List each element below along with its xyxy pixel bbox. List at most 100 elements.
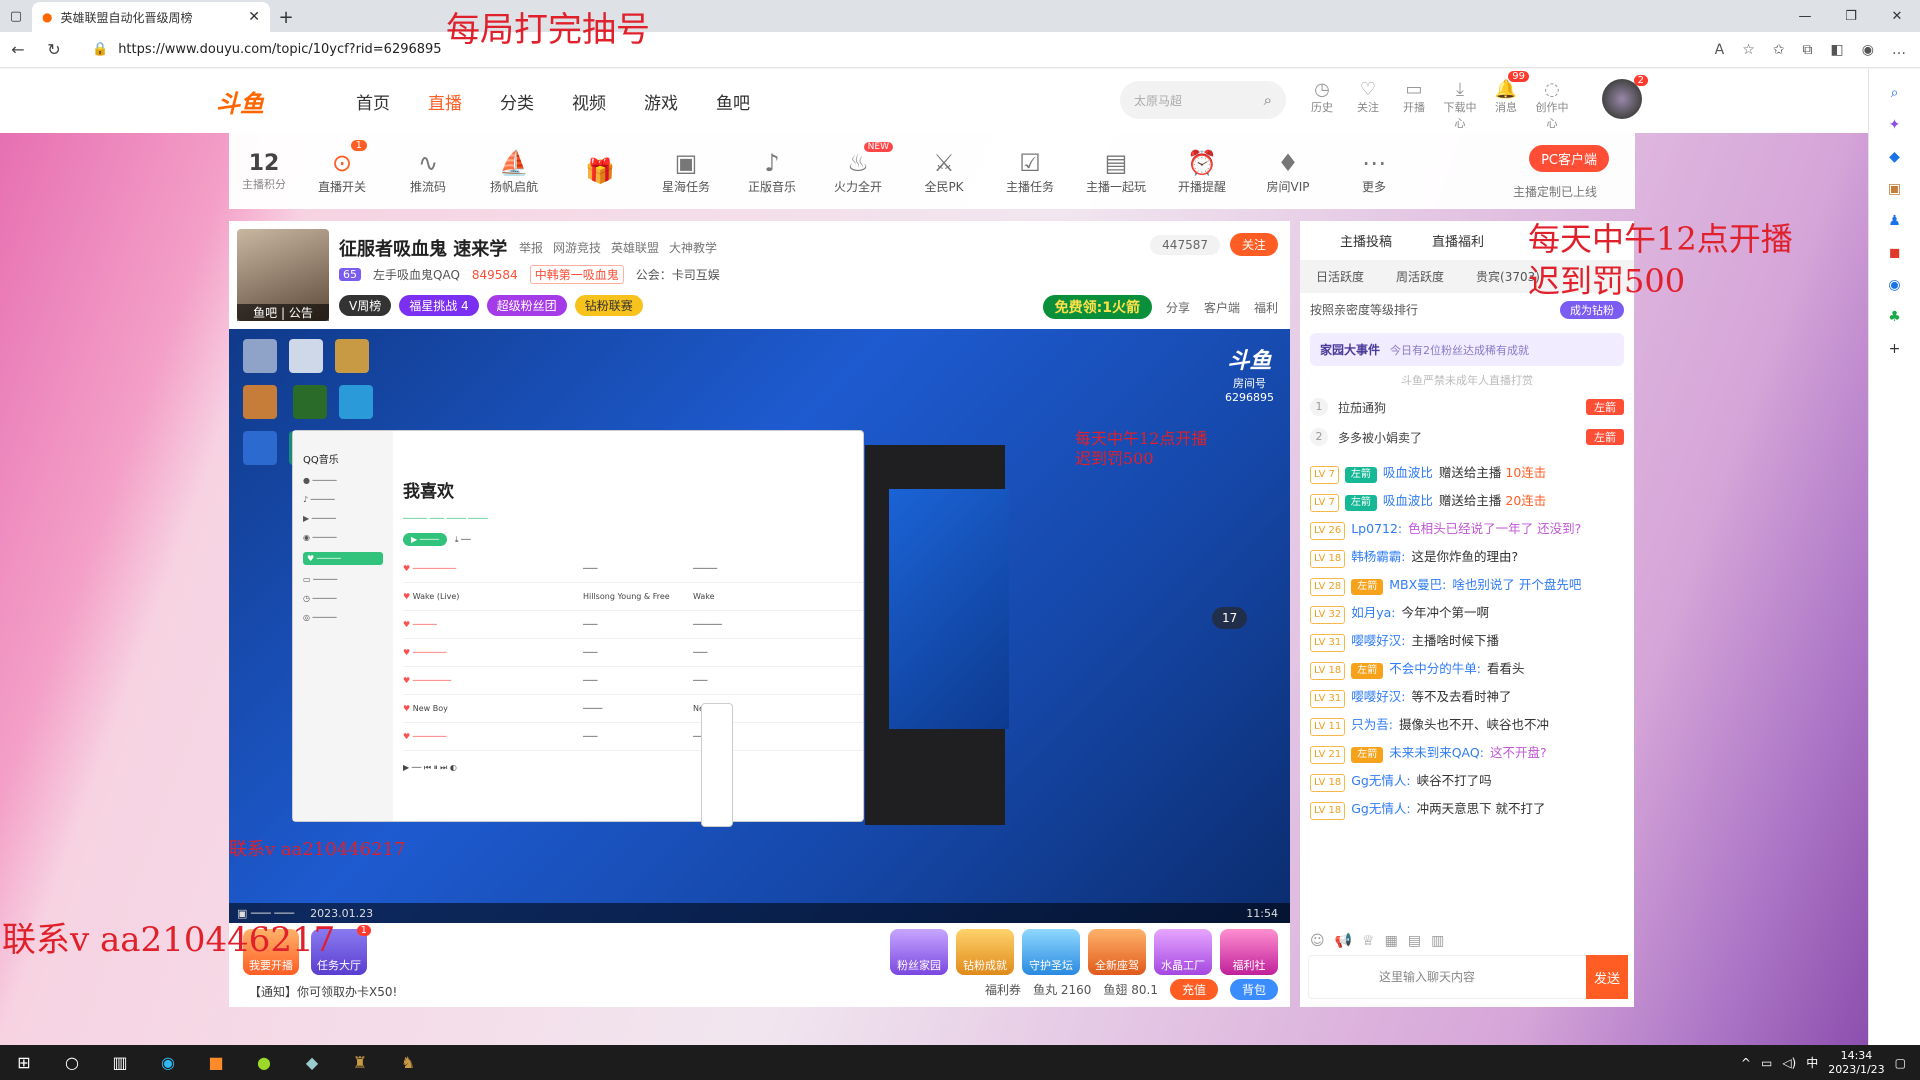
- weekly-rank-badge[interactable]: V周榜: [339, 295, 392, 316]
- streamer-avatar[interactable]: 鱼吧 | 公告: [237, 229, 329, 321]
- minimize-button[interactable]: —: [1782, 0, 1828, 32]
- briefcase-icon[interactable]: ▣: [1869, 181, 1920, 197]
- crystal-factory-button[interactable]: 水晶工厂: [1154, 929, 1212, 975]
- back-icon[interactable]: ←: [0, 40, 36, 59]
- nav-fishbar[interactable]: 鱼吧: [716, 89, 750, 114]
- ime-icon[interactable]: 中: [1806, 1054, 1818, 1071]
- diamond-league-badge[interactable]: 钻粉联赛: [574, 295, 643, 316]
- add-icon[interactable]: +: [1869, 341, 1920, 357]
- edge-icon[interactable]: ◉: [144, 1053, 192, 1072]
- room-vip-button[interactable]: ♦ 房间VIP: [1245, 148, 1331, 195]
- music-button[interactable]: ♪ 正版音乐: [729, 148, 815, 195]
- welfare-ticket[interactable]: 福利券: [985, 981, 1021, 998]
- diamond-achievement-button[interactable]: 钻粉成就: [956, 929, 1014, 975]
- notice-bar[interactable]: 【通知】你可领取办卡X50!: [249, 983, 397, 1000]
- volume-icon[interactable]: ◁): [1782, 1056, 1796, 1070]
- gift-tool-button[interactable]: 🎁: [557, 156, 643, 186]
- share-button[interactable]: 分享: [1166, 299, 1190, 316]
- app-icon[interactable]: ◆: [288, 1053, 336, 1072]
- sail-button[interactable]: ⛵ 扬帆启航: [471, 148, 557, 195]
- new-tab-button[interactable]: +: [270, 2, 302, 32]
- tab-contribute[interactable]: 主播投稿: [1340, 231, 1392, 250]
- network-icon[interactable]: ▭: [1761, 1056, 1772, 1070]
- app-icon[interactable]: ■: [192, 1053, 240, 1072]
- crumb-3[interactable]: 大神教学: [669, 239, 717, 256]
- cortana-icon[interactable]: ○: [48, 1053, 96, 1072]
- app-icon[interactable]: ♜: [336, 1053, 384, 1072]
- more-button[interactable]: ⋯ 更多: [1331, 148, 1417, 195]
- search-input[interactable]: 太原马超 ⌕: [1120, 81, 1286, 119]
- follow-button[interactable]: ♡ 关注: [1351, 79, 1385, 131]
- url-field[interactable]: 🔒 https://www.douyu.com/topic/10ycf?rid=…: [80, 36, 1600, 64]
- close-window-button[interactable]: ✕: [1874, 0, 1920, 32]
- nav-live[interactable]: 直播: [428, 89, 462, 114]
- close-tab-icon[interactable]: ✕: [248, 9, 260, 25]
- welfare-club-button[interactable]: 福利社: [1220, 929, 1278, 975]
- pc-client-button[interactable]: PC客户端: [1529, 145, 1609, 172]
- rank-row[interactable]: 1 拉茄通狗 左箭: [1300, 392, 1634, 422]
- chat-input[interactable]: 这里输入聊天内容: [1308, 955, 1628, 999]
- app-icon[interactable]: ●: [240, 1053, 288, 1072]
- report-link[interactable]: 举报: [519, 239, 543, 256]
- nav-game[interactable]: 游戏: [644, 89, 678, 114]
- avatar-caption[interactable]: 鱼吧 | 公告: [237, 304, 329, 321]
- home-event-banner[interactable]: 家园大事件 今日有2位粉丝达成稀有成就: [1310, 333, 1624, 366]
- tab-weekly[interactable]: 周活跃度: [1380, 260, 1460, 293]
- star-challenge-badge[interactable]: 福星挑战 4: [399, 295, 479, 316]
- clock[interactable]: 14:34 2023/1/23: [1828, 1049, 1884, 1077]
- play-together-button[interactable]: ▤ 主播一起玩: [1073, 148, 1159, 195]
- search-icon[interactable]: ⌕: [1264, 91, 1272, 109]
- room-tag[interactable]: 中韩第一吸血鬼: [529, 265, 624, 284]
- favorites-list-icon[interactable]: ✩: [1773, 42, 1785, 58]
- person-icon[interactable]: ♟: [1869, 213, 1920, 229]
- crumb-1[interactable]: 网游竞技: [553, 239, 601, 256]
- nav-video[interactable]: 视频: [572, 89, 606, 114]
- emoji-icon[interactable]: ☺: [1310, 933, 1325, 949]
- charge-button[interactable]: 充值: [1169, 979, 1218, 1000]
- history-button[interactable]: ◷ 历史: [1305, 79, 1339, 131]
- video-player[interactable]: 斗鱼 房间号 6296895 QQ音乐 ● ───── ♪ ───── ▶ ───── ◉…: [229, 329, 1290, 923]
- collections-icon[interactable]: ⧉: [1803, 42, 1813, 58]
- favorite-icon[interactable]: ☆: [1742, 42, 1755, 58]
- tab-welfare[interactable]: 直播福利: [1432, 231, 1484, 250]
- pk-button[interactable]: ⚔ 全民PK: [901, 148, 987, 195]
- volume-popup[interactable]: [701, 703, 733, 827]
- tab-actions-icon[interactable]: ▢: [0, 0, 32, 32]
- card-icon[interactable]: ▤: [1408, 933, 1421, 949]
- taskview-icon[interactable]: ▥: [96, 1053, 144, 1072]
- fan-home-button[interactable]: 粉丝家园: [890, 929, 948, 975]
- stream-key-button[interactable]: ∿ 推流码: [385, 148, 471, 195]
- more-icon[interactable]: …: [1892, 42, 1906, 58]
- tree-icon[interactable]: ♣: [1869, 309, 1920, 325]
- star-task-button[interactable]: ▣ 星海任务: [643, 148, 729, 195]
- app-icon[interactable]: ♞: [384, 1053, 432, 1072]
- rank-row[interactable]: 2 多多被小娟卖了 左箭: [1300, 422, 1634, 452]
- bag-button[interactable]: 背包: [1229, 979, 1278, 1000]
- new-car-button[interactable]: 全新座驾: [1088, 929, 1146, 975]
- creator-button[interactable]: ◌ 创作中心: [1535, 79, 1569, 131]
- start-icon[interactable]: ⊞: [0, 1053, 48, 1072]
- crumb-2[interactable]: 英雄联盟: [611, 239, 659, 256]
- guardian-button[interactable]: 守护圣坛: [1022, 929, 1080, 975]
- douyu-logo[interactable]: 斗鱼: [216, 81, 296, 121]
- client-button[interactable]: 客户端: [1204, 299, 1240, 316]
- bag-icon[interactable]: ▥: [1431, 933, 1444, 949]
- tray-up-icon[interactable]: ^: [1741, 1056, 1751, 1070]
- horn-icon[interactable]: 📢: [1335, 933, 1352, 949]
- nav-home[interactable]: 首页: [356, 89, 390, 114]
- welfare-button[interactable]: 福利: [1254, 299, 1278, 316]
- restore-button[interactable]: ❐: [1828, 0, 1874, 32]
- super-fans-badge[interactable]: 超级粉丝团: [486, 295, 567, 316]
- extension-icon[interactable]: ◧: [1831, 42, 1844, 58]
- outlook-icon[interactable]: ◉: [1869, 277, 1920, 293]
- read-aloud-icon[interactable]: A: [1715, 42, 1725, 58]
- start-live-button[interactable]: ▭ 开播: [1397, 79, 1431, 131]
- firepower-button[interactable]: ♨ 火力全开 NEW: [815, 141, 901, 195]
- send-button[interactable]: 发送: [1586, 955, 1628, 999]
- user-avatar[interactable]: 2: [1602, 75, 1648, 119]
- office-icon[interactable]: ◼: [1869, 245, 1920, 261]
- become-diamond-button[interactable]: 成为钻粉: [1560, 301, 1624, 319]
- sparkle-icon[interactable]: ✦: [1869, 117, 1920, 133]
- anchor-task-button[interactable]: ☑ 主播任务: [987, 148, 1073, 195]
- live-switch-button[interactable]: ⊙ 直播开关 1: [299, 139, 385, 195]
